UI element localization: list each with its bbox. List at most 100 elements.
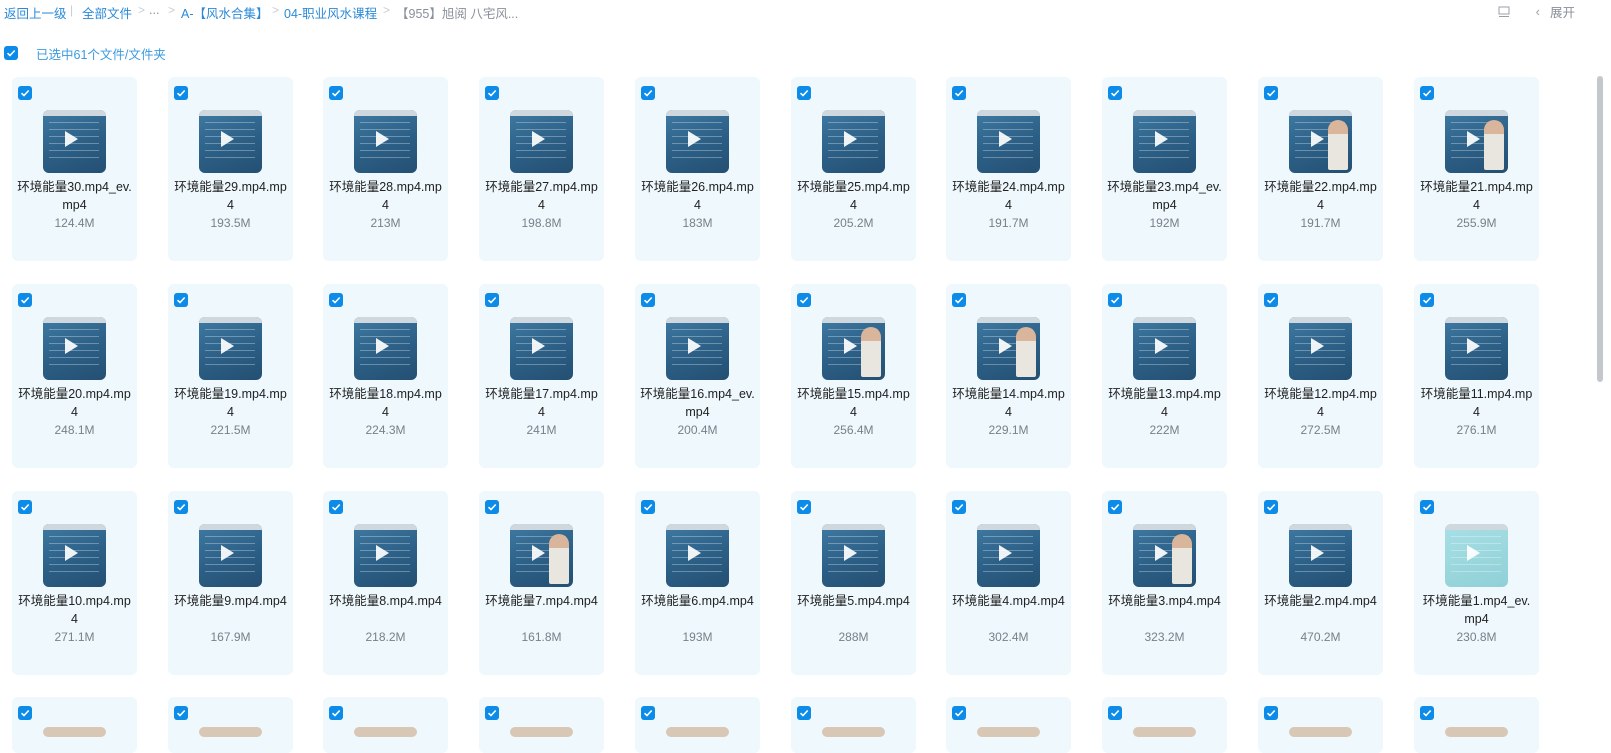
file-name[interactable]: 环境能量2.mp4.mp4 [1262, 592, 1379, 610]
file-name[interactable]: 环境能量10.mp4.mp4 [16, 592, 133, 628]
video-thumbnail[interactable] [510, 110, 573, 173]
file-checkbox[interactable] [485, 293, 499, 307]
file-name[interactable]: 环境能量27.mp4.mp4 [483, 178, 600, 214]
video-thumbnail[interactable] [1133, 110, 1196, 173]
file-checkbox[interactable] [1264, 293, 1278, 307]
video-thumbnail[interactable] [199, 524, 262, 587]
file-card-partial[interactable] [479, 697, 604, 753]
video-thumbnail[interactable] [43, 317, 106, 380]
file-checkbox[interactable] [1108, 500, 1122, 514]
expand-button[interactable]: 展开 [1550, 2, 1575, 21]
video-thumbnail[interactable] [354, 317, 417, 380]
video-thumbnail[interactable] [199, 727, 262, 737]
file-checkbox[interactable] [641, 706, 655, 720]
file-card-partial[interactable] [635, 697, 760, 753]
video-thumbnail[interactable] [977, 524, 1040, 587]
scrollbar[interactable] [1597, 76, 1603, 382]
file-checkbox[interactable] [329, 293, 343, 307]
file-checkbox[interactable] [1108, 706, 1122, 720]
file-checkbox[interactable] [329, 86, 343, 100]
file-name[interactable]: 环境能量14.mp4.mp4 [950, 385, 1067, 421]
file-name[interactable]: 环境能量18.mp4.mp4 [327, 385, 444, 421]
file-card-partial[interactable] [168, 697, 293, 753]
video-thumbnail[interactable] [1133, 317, 1196, 380]
video-thumbnail[interactable] [977, 110, 1040, 173]
file-name[interactable]: 环境能量16.mp4_ev.mp4 [639, 385, 756, 421]
file-card[interactable]: 环境能量9.mp4.mp4 167.9M [168, 491, 293, 675]
file-card-partial[interactable] [791, 697, 916, 753]
file-name[interactable]: 环境能量4.mp4.mp4 [950, 592, 1067, 610]
file-checkbox[interactable] [174, 86, 188, 100]
breadcrumb-all-files[interactable]: 全部文件 [82, 3, 132, 22]
file-name[interactable]: 环境能量11.mp4.mp4 [1418, 385, 1535, 421]
file-card[interactable]: 环境能量13.mp4.mp4 222M [1102, 284, 1227, 468]
file-checkbox[interactable] [641, 86, 655, 100]
chevron-left-icon[interactable]: ‹ [1536, 4, 1540, 19]
file-card[interactable]: 环境能量24.mp4.mp4 191.7M [946, 77, 1071, 261]
file-name[interactable]: 环境能量9.mp4.mp4 [172, 592, 289, 610]
video-thumbnail[interactable] [354, 110, 417, 173]
file-checkbox[interactable] [485, 706, 499, 720]
file-card[interactable]: 环境能量30.mp4_ev.mp4 124.4M [12, 77, 137, 261]
file-checkbox[interactable] [1420, 500, 1434, 514]
layout-toggle-icon[interactable] [1498, 6, 1510, 18]
file-checkbox[interactable] [174, 500, 188, 514]
file-name[interactable]: 环境能量6.mp4.mp4 [639, 592, 756, 610]
video-thumbnail[interactable] [822, 110, 885, 173]
video-thumbnail[interactable] [977, 317, 1040, 380]
file-checkbox[interactable] [329, 500, 343, 514]
file-checkbox[interactable] [18, 706, 32, 720]
video-thumbnail[interactable] [666, 524, 729, 587]
video-thumbnail[interactable] [354, 727, 417, 737]
video-thumbnail[interactable] [977, 727, 1040, 737]
file-name[interactable]: 环境能量15.mp4.mp4 [795, 385, 912, 421]
file-checkbox[interactable] [641, 293, 655, 307]
file-name[interactable]: 环境能量25.mp4.mp4 [795, 178, 912, 214]
file-card[interactable]: 环境能量20.mp4.mp4 248.1M [12, 284, 137, 468]
file-name[interactable]: 环境能量26.mp4.mp4 [639, 178, 756, 214]
video-thumbnail[interactable] [666, 317, 729, 380]
video-thumbnail[interactable] [43, 727, 106, 737]
file-checkbox[interactable] [1264, 706, 1278, 720]
file-name[interactable]: 环境能量17.mp4.mp4 [483, 385, 600, 421]
file-checkbox[interactable] [797, 293, 811, 307]
file-card[interactable]: 环境能量17.mp4.mp4 241M [479, 284, 604, 468]
file-card[interactable]: 环境能量14.mp4.mp4 229.1M [946, 284, 1071, 468]
file-card[interactable]: 环境能量26.mp4.mp4 183M [635, 77, 760, 261]
file-card-partial[interactable] [12, 697, 137, 753]
video-thumbnail[interactable] [199, 317, 262, 380]
file-card[interactable]: 环境能量3.mp4.mp4 323.2M [1102, 491, 1227, 675]
file-checkbox[interactable] [18, 86, 32, 100]
file-checkbox[interactable] [174, 293, 188, 307]
file-card[interactable]: 环境能量1.mp4_ev.mp4 230.8M [1414, 491, 1539, 675]
file-name[interactable]: 环境能量7.mp4.mp4 [483, 592, 600, 610]
file-checkbox[interactable] [1420, 293, 1434, 307]
file-checkbox[interactable] [1108, 86, 1122, 100]
file-checkbox[interactable] [797, 500, 811, 514]
file-checkbox[interactable] [18, 293, 32, 307]
file-name[interactable]: 环境能量5.mp4.mp4 [795, 592, 912, 610]
video-thumbnail[interactable] [822, 317, 885, 380]
file-name[interactable]: 环境能量29.mp4.mp4 [172, 178, 289, 214]
file-card[interactable]: 环境能量7.mp4.mp4 161.8M [479, 491, 604, 675]
video-thumbnail[interactable] [1289, 727, 1352, 737]
file-checkbox[interactable] [952, 500, 966, 514]
file-card[interactable]: 环境能量18.mp4.mp4 224.3M [323, 284, 448, 468]
video-thumbnail[interactable] [666, 110, 729, 173]
file-checkbox[interactable] [329, 706, 343, 720]
video-thumbnail[interactable] [822, 524, 885, 587]
file-checkbox[interactable] [1420, 86, 1434, 100]
file-card[interactable]: 环境能量10.mp4.mp4 271.1M [12, 491, 137, 675]
file-card[interactable]: 环境能量21.mp4.mp4 255.9M [1414, 77, 1539, 261]
file-card[interactable]: 环境能量8.mp4.mp4 218.2M [323, 491, 448, 675]
file-card[interactable]: 环境能量22.mp4.mp4 191.7M [1258, 77, 1383, 261]
file-checkbox[interactable] [18, 500, 32, 514]
file-name[interactable]: 环境能量8.mp4.mp4 [327, 592, 444, 610]
file-name[interactable]: 环境能量22.mp4.mp4 [1262, 178, 1379, 214]
file-card[interactable]: 环境能量27.mp4.mp4 198.8M [479, 77, 604, 261]
video-thumbnail[interactable] [1289, 317, 1352, 380]
file-checkbox[interactable] [797, 706, 811, 720]
breadcrumb-item-2[interactable]: 04-职业风水课程 [284, 3, 377, 22]
video-thumbnail[interactable] [510, 524, 573, 587]
file-name[interactable]: 环境能量13.mp4.mp4 [1106, 385, 1223, 421]
